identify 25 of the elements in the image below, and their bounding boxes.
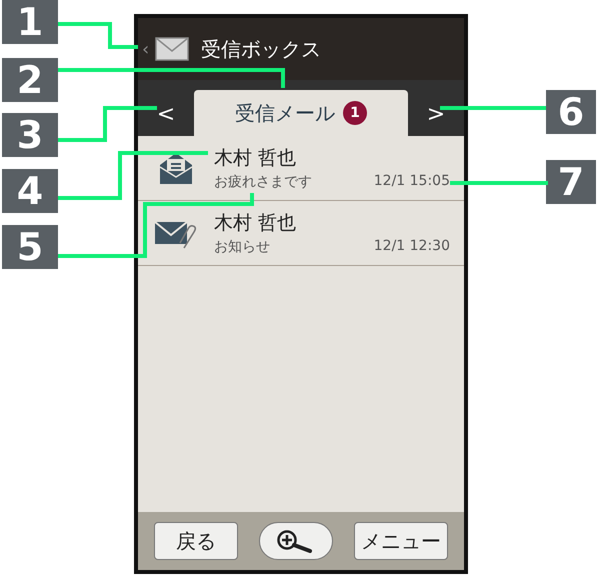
message-row[interactable]: 木村 哲也 お知らせ 12/1 12:30 [138,201,464,266]
softkey-button[interactable]: メニュー [354,522,448,560]
callout-number: 4 [2,169,58,213]
message-row[interactable]: 木村 哲也 お疲れさまです 12/1 15:05 [138,136,464,201]
callout-number: 6 [546,90,596,134]
callout-number: 5 [2,225,58,269]
callout-number: 7 [546,160,596,204]
callout-number: 2 [2,58,58,102]
screen-title: 受信ボックス [201,36,322,62]
sender-name: 木村 哲也 [214,211,298,236]
received-time: 12/1 15:05 [374,173,450,191]
previous-tab-button[interactable]: < [138,92,194,136]
mail-subject: お疲れさまです [214,173,312,191]
received-time: 12/1 12:30 [374,238,450,256]
inbox-tab[interactable]: 受信メール 1 [194,90,408,136]
envelope-icon [155,37,190,61]
back-glyph[interactable]: ‹ [142,38,150,60]
callout-number: 3 [2,113,58,157]
softkey-button[interactable]: 戻る [154,522,238,560]
mail-subject: お知らせ [214,238,270,256]
next-tab-button[interactable]: > [408,92,464,136]
zoom-button[interactable] [259,522,333,560]
unread-badge: 1 [343,101,367,125]
callout-number: 1 [2,0,58,44]
sender-name: 木村 哲也 [214,146,298,171]
